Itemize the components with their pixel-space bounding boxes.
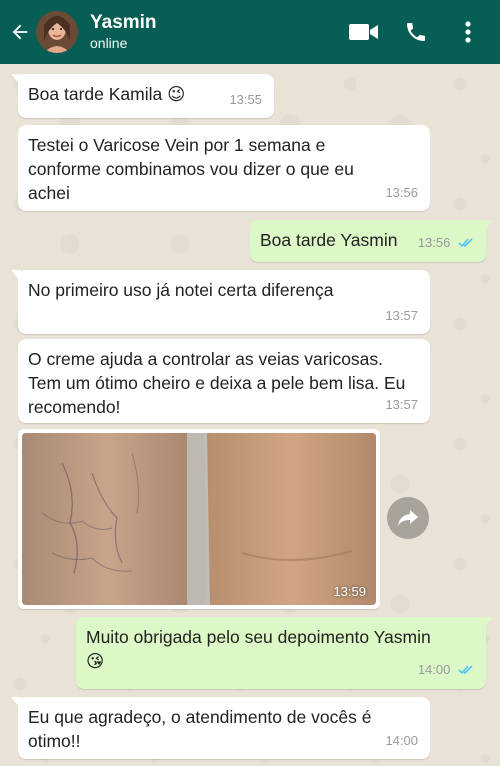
image-time: 13:59: [333, 584, 366, 599]
message-bubble-outgoing[interactable]: Boa tarde Yasmin 13:56: [250, 220, 493, 262]
message-bubble-incoming[interactable]: O creme ajuda a controlar as veias varic…: [18, 339, 430, 423]
message-time: 13:56: [385, 185, 418, 200]
more-options-icon[interactable]: [448, 12, 488, 52]
message-time: 14:00: [417, 662, 451, 678]
kiss-emoji: 😘: [86, 651, 105, 671]
phone-icon[interactable]: [396, 12, 436, 52]
message-bubble-outgoing[interactable]: Muito obrigada pelo seu depoimento Yasmi…: [76, 617, 493, 689]
double-check-icon: [458, 659, 476, 683]
chat-area[interactable]: Boa tarde Kamila 😉 13:55 Testei o Varico…: [0, 64, 500, 766]
forward-icon[interactable]: [387, 497, 429, 539]
message-text: Eu que agradeço, o atendimento de vocês …: [28, 707, 372, 751]
legs-photo[interactable]: 13:59: [22, 433, 376, 605]
message-text: No primeiro uso já notei certa diferença: [28, 280, 334, 300]
message-bubble-incoming[interactable]: Boa tarde Kamila 😉 13:55: [11, 74, 274, 118]
message-text: Muito obrigada pelo seu depoimento Yasmi…: [86, 627, 431, 647]
contact-status: online: [90, 35, 128, 51]
message-bubble-incoming[interactable]: Testei o Varicose Vein por 1 semana e co…: [18, 125, 430, 211]
back-arrow-icon[interactable]: [2, 0, 38, 64]
message-image-bubble[interactable]: 13:59: [18, 429, 380, 609]
double-check-icon: [458, 232, 476, 256]
message-bubble-incoming[interactable]: Eu que agradeço, o atendimento de vocês …: [11, 697, 430, 759]
chat-header: Yasmin online: [0, 0, 500, 64]
message-text: Testei o Varicose Vein por 1 semana e co…: [28, 135, 354, 203]
avatar[interactable]: [36, 11, 78, 53]
message-time: 13:56: [417, 235, 451, 251]
video-call-icon[interactable]: [344, 12, 384, 52]
message-time: 13:57: [385, 308, 418, 323]
message-text: O creme ajuda a controlar as veias varic…: [28, 349, 406, 417]
legs-image: [22, 433, 376, 605]
contact-info[interactable]: Yasmin online: [90, 12, 332, 52]
message-time: 13:55: [229, 92, 262, 107]
contact-name: Yasmin: [90, 12, 157, 33]
message-bubble-incoming[interactable]: No primeiro uso já notei certa diferença…: [11, 270, 430, 334]
message-time: 13:57: [385, 397, 418, 412]
message-time: 14:00: [385, 733, 418, 748]
